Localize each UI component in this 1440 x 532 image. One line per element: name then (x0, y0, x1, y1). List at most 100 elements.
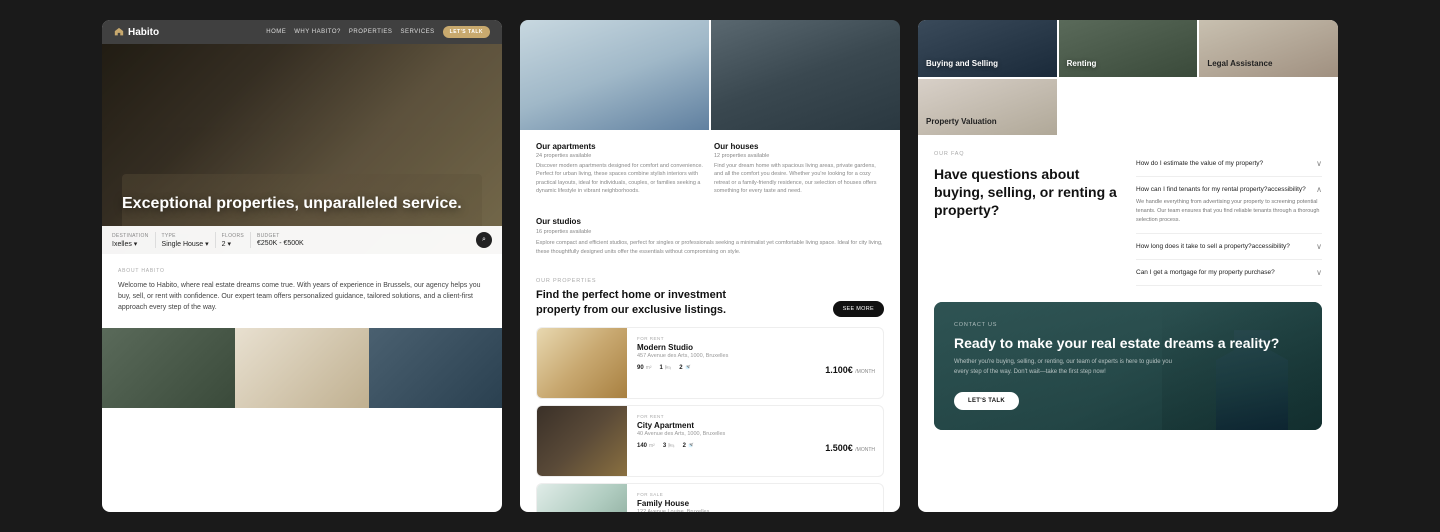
card-2-address: 40 Avenue des Arts, 1000, Bruxelles (637, 431, 875, 437)
budget-field[interactable]: BUDGET €250K - €500K (257, 233, 304, 247)
faq-3-header: How long does it take to sell a property… (1136, 242, 1322, 251)
card-3-name: Family House (637, 499, 875, 508)
search-divider-3 (250, 232, 251, 248)
budget-label: BUDGET (257, 233, 304, 239)
search-button[interactable]: ⌕ (476, 232, 492, 248)
card-2-stats: 140 m² 3 🛏 2 🚿 (637, 443, 694, 449)
featured-header: OUR PROPERTIES Find the perfect home or … (520, 266, 900, 321)
studios-count: 16 properties available (536, 228, 884, 237)
hero-overlay (102, 44, 502, 254)
card-1-content: FOR RENT Modern Studio 457 Avenue des Ar… (637, 328, 883, 398)
thumb-1[interactable] (102, 328, 235, 408)
lets-talk-button[interactable]: LET'S TALK (443, 26, 490, 38)
faq-item-4[interactable]: Can I get a mortgage for my property pur… (1136, 260, 1322, 286)
cta-section: CONTACT US Ready to make your real estat… (934, 302, 1322, 430)
location-value[interactable]: Ixelles ▾ (112, 240, 149, 248)
nav-properties[interactable]: PROPERTIES (349, 29, 393, 35)
faq-1-chevron: ∨ (1316, 159, 1322, 168)
houses-count: 12 properties available (714, 153, 884, 159)
floors-label: FLOORS (222, 233, 244, 239)
service-2-label: Renting (1067, 59, 1097, 69)
studios-title: Our studios (536, 217, 884, 226)
faq-1-header: How do I estimate the value of my proper… (1136, 159, 1322, 168)
hero-section: Exceptional properties, unparalleled ser… (102, 44, 502, 254)
property-card-1[interactable]: FOR RENT Modern Studio 457 Avenue des Ar… (536, 327, 884, 399)
search-divider-1 (155, 232, 156, 248)
budget-value[interactable]: €250K - €500K (257, 240, 304, 247)
faq-2-answer: We handle everything from advertising yo… (1136, 198, 1322, 224)
card-1-baths: 2 🚿 (679, 365, 691, 371)
card-2-area: 140 m² (637, 443, 655, 449)
location-label: DESTINATION (112, 233, 149, 239)
faq-label: OUR FAQ (934, 151, 1120, 157)
nav-home[interactable]: HOME (266, 29, 286, 35)
featured-label: OUR PROPERTIES (536, 278, 736, 284)
type-field[interactable]: TYPE Single House ▾ (162, 233, 209, 248)
card-3-image (537, 484, 627, 512)
card-2-beds: 3 🛏 (663, 443, 675, 449)
top-images (520, 20, 900, 130)
service-valuation[interactable]: Property Valuation (918, 79, 1057, 136)
nav: HOME WHY HABITO? PROPERTIES SERVICES LET… (266, 26, 490, 38)
faq-title: Have questions about buying, selling, or… (934, 165, 1120, 220)
type-value[interactable]: Single House ▾ (162, 240, 209, 248)
search-bar: DESTINATION Ixelles ▾ TYPE Single House … (102, 226, 502, 254)
apartments-type: Our apartments 24 properties available D… (536, 142, 706, 195)
cta-label: CONTACT US (954, 322, 1302, 328)
nav-services[interactable]: SERVICES (400, 29, 434, 35)
service-2-bg: Renting (1059, 20, 1198, 77)
property-types-section: Our apartments 24 properties available D… (520, 130, 900, 217)
thumb-3[interactable] (369, 328, 502, 408)
logo-icon (114, 27, 124, 37)
houses-desc: Find your dream home with spacious livin… (714, 162, 884, 195)
property-card-3[interactable]: FOR SALE Family House 122 Avenue Louise,… (536, 483, 884, 512)
houses-title: Our houses (714, 142, 884, 151)
card-1-image (537, 328, 627, 398)
service-3-label: Legal Assistance (1207, 59, 1272, 69)
apartments-image (520, 20, 709, 130)
faq-2-header: How can I find tenants for my rental pro… (1136, 185, 1322, 194)
nav-why[interactable]: WHY HABITO? (294, 29, 341, 35)
service-legal[interactable]: Legal Assistance (1199, 20, 1338, 77)
faq-section: OUR FAQ Have questions about buying, sel… (918, 135, 1338, 302)
see-more-button[interactable]: SEE MORE (833, 301, 884, 317)
card-1-footer: 90 m² 1 🛏 2 🚿 1.100€ /MONTH (637, 365, 875, 375)
faq-item-3[interactable]: How long does it take to sell a property… (1136, 234, 1322, 260)
featured-title: Find the perfect home or investment prop… (536, 288, 736, 317)
about-text: Welcome to Habito, where real estate dre… (118, 280, 486, 314)
card-2-name: City Apartment (637, 421, 875, 430)
location-field[interactable]: DESTINATION Ixelles ▾ (112, 233, 149, 248)
type-label: TYPE (162, 233, 209, 239)
hero-text: Exceptional properties, unparalleled ser… (122, 194, 482, 214)
faq-1-question: How do I estimate the value of my proper… (1136, 159, 1263, 168)
faq-item-2[interactable]: How can I find tenants for my rental pro… (1136, 177, 1322, 233)
property-thumbnails (102, 328, 502, 408)
studios-desc: Explore compact and efficient studios, p… (536, 239, 884, 257)
card-1-name: Modern Studio (637, 343, 875, 352)
card-2-content: FOR RENT City Apartment 40 Avenue des Ar… (637, 406, 883, 476)
floors-field[interactable]: FLOORS 2 ▾ (222, 233, 244, 248)
services-grid: Buying and Selling Renting Legal Assista… (918, 20, 1338, 135)
card-1-stats: 90 m² 1 🛏 2 🚿 (637, 365, 691, 371)
faq-4-header: Can I get a mortgage for my property pur… (1136, 268, 1322, 277)
houses-type: Our houses 12 properties available Find … (714, 142, 884, 195)
apartments-title: Our apartments (536, 142, 706, 151)
service-renting[interactable]: Renting (1059, 20, 1198, 77)
houses-image (711, 20, 900, 130)
property-types-grid: Our apartments 24 properties available D… (536, 142, 884, 195)
faq-item-1[interactable]: How do I estimate the value of my proper… (1136, 151, 1322, 177)
logo-text: Habito (128, 27, 159, 38)
header: Habito HOME WHY HABITO? PROPERTIES SERVI… (102, 20, 502, 44)
service-buying-selling[interactable]: Buying and Selling (918, 20, 1057, 77)
cta-text: Whether you're buying, selling, or renti… (954, 358, 1174, 377)
property-card-2[interactable]: FOR RENT City Apartment 40 Avenue des Ar… (536, 405, 884, 477)
floors-value[interactable]: 2 ▾ (222, 240, 244, 248)
service-1-bg: Buying and Selling (918, 20, 1057, 77)
about-section: ABOUT HABITO Welcome to Habito, where re… (102, 254, 502, 328)
faq-4-chevron: ∨ (1316, 268, 1322, 277)
thumb-2[interactable] (235, 328, 368, 408)
card-3-tag: FOR SALE (637, 492, 875, 497)
faq-2-chevron: ∧ (1316, 185, 1322, 194)
cta-button[interactable]: LET'S TALK (954, 392, 1019, 410)
about-label: ABOUT HABITO (118, 268, 486, 274)
